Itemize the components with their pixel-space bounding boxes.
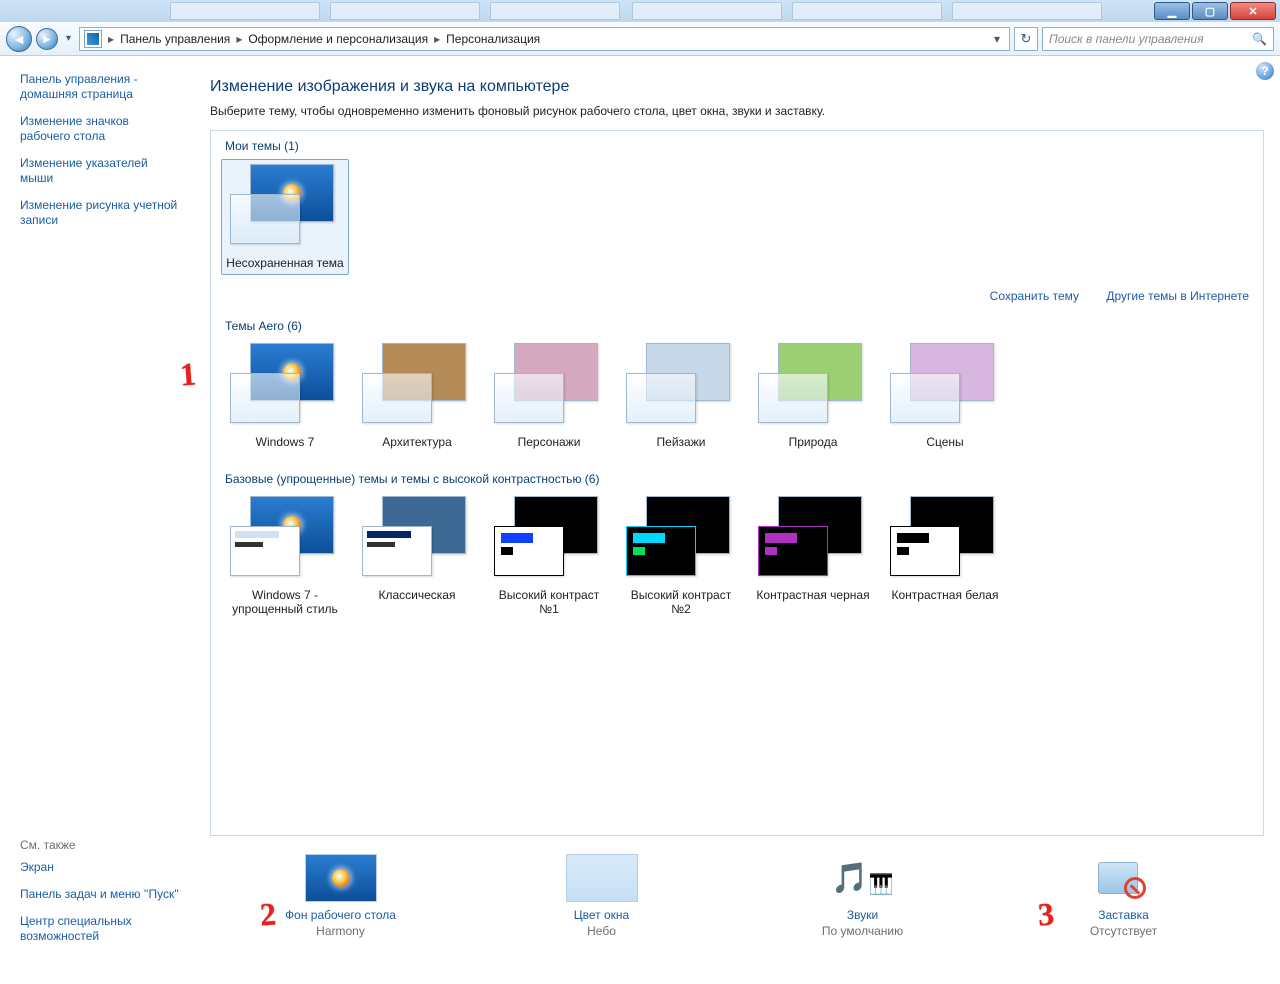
theme-label: Классическая: [357, 588, 477, 602]
link-more-themes[interactable]: Другие темы в Интернете: [1106, 289, 1249, 303]
history-dropdown-icon[interactable]: ▾: [66, 33, 71, 44]
sidebar-link-ease-of-access[interactable]: Центр специальных возможностей: [20, 914, 192, 944]
search-icon: 🔍: [1252, 32, 1267, 46]
quick-window-color[interactable]: Цвет окна Небо: [482, 854, 722, 938]
theme-label: Пейзажи: [621, 435, 741, 449]
theme-label: Высокий контраст №1: [489, 588, 609, 617]
refresh-button[interactable]: ↻: [1014, 27, 1038, 51]
sound-icon: 🎵🎹: [827, 854, 899, 902]
explorer-toolbar: ◄ ► ▾ ▸ Панель управления ▸ Оформление и…: [0, 22, 1280, 56]
address-dropdown-icon[interactable]: ▾: [989, 32, 1005, 46]
theme-label: Персонажи: [489, 435, 609, 449]
theme-label: Windows 7 - упрощенный стиль: [225, 588, 345, 617]
quick-screensaver[interactable]: Заставка Отсутствует: [1004, 854, 1244, 938]
theme-aero-0[interactable]: Windows 7: [221, 339, 349, 453]
close-button[interactable]: ✕: [1230, 2, 1276, 20]
theme-basic-5[interactable]: Контрастная белая: [881, 492, 1009, 621]
page-title: Изменение изображения и звука на компьют…: [210, 78, 1264, 96]
crumb-control-panel[interactable]: Панель управления: [116, 32, 234, 46]
theme-aero-1[interactable]: Архитектура: [353, 339, 481, 453]
browser-tab-strip: ▁ ▢ ✕: [0, 0, 1280, 22]
crumb-personalization[interactable]: Персонализация: [442, 32, 544, 46]
section-basic: Базовые (упрощенные) темы и темы с высок…: [211, 464, 1263, 492]
search-input[interactable]: Поиск в панели управления 🔍: [1042, 27, 1274, 51]
sidebar-link-taskbar[interactable]: Панель задач и меню ''Пуск'': [20, 887, 192, 902]
sidebar-seealso-head: См. также: [20, 838, 192, 852]
quick-desktop-background[interactable]: Фон рабочего стола Harmony: [221, 854, 461, 938]
quick-sounds[interactable]: 🎵🎹 Звуки По умолчанию: [743, 854, 983, 938]
theme-aero-2[interactable]: Персонажи: [485, 339, 613, 453]
quick-value: Harmony: [221, 924, 461, 938]
nav-forward-button[interactable]: ►: [36, 28, 58, 50]
quick-label: Фон рабочего стола: [221, 908, 461, 922]
theme-aero-4[interactable]: Природа: [749, 339, 877, 453]
main-panel: ? Изменение изображения и звука на компь…: [192, 56, 1280, 984]
sidebar-link-display[interactable]: Экран: [20, 860, 192, 875]
nav-back-button[interactable]: ◄: [6, 26, 32, 52]
theme-label: Контрастная черная: [753, 588, 873, 602]
quick-label: Заставка: [1004, 908, 1244, 922]
theme-basic-1[interactable]: Классическая: [353, 492, 481, 621]
sidebar: Панель управления - домашняя страница Из…: [0, 56, 192, 984]
crumb-appearance[interactable]: Оформление и персонализация: [244, 32, 432, 46]
theme-basic-4[interactable]: Контрастная черная: [749, 492, 877, 621]
theme-aero-3[interactable]: Пейзажи: [617, 339, 745, 453]
page-subtitle: Выберите тему, чтобы одновременно измени…: [210, 104, 1264, 118]
screensaver-icon: [1088, 854, 1160, 902]
themes-frame: Мои темы (1) Несохраненная тема Сохранит…: [210, 130, 1264, 836]
quick-settings-row: Фон рабочего стола Harmony Цвет окна Неб…: [210, 854, 1254, 938]
quick-label: Цвет окна: [482, 908, 722, 922]
theme-basic-3[interactable]: Высокий контраст №2: [617, 492, 745, 621]
quick-value: Небо: [482, 924, 722, 938]
theme-aero-5[interactable]: Сцены: [881, 339, 1009, 453]
minimize-button[interactable]: ▁: [1154, 2, 1190, 20]
quick-value: По умолчанию: [743, 924, 983, 938]
theme-label: Сцены: [885, 435, 1005, 449]
link-save-theme[interactable]: Сохранить тему: [990, 289, 1079, 303]
search-placeholder: Поиск в панели управления: [1049, 32, 1204, 46]
sidebar-link-desktop-icons[interactable]: Изменение значков рабочего стола: [20, 114, 180, 144]
theme-label: Архитектура: [357, 435, 477, 449]
theme-label: Природа: [753, 435, 873, 449]
section-my-themes: Мои темы (1): [211, 131, 1263, 159]
section-aero: Темы Aero (6): [211, 311, 1263, 339]
control-panel-icon: [84, 30, 102, 48]
sidebar-link-home[interactable]: Панель управления - домашняя страница: [20, 72, 180, 102]
theme-label: Контрастная белая: [885, 588, 1005, 602]
sidebar-link-account-picture[interactable]: Изменение рисунка учетной записи: [20, 198, 180, 228]
theme-label: Высокий контраст №2: [621, 588, 741, 617]
address-breadcrumbs[interactable]: ▸ Панель управления ▸ Оформление и персо…: [79, 27, 1010, 51]
theme-basic-2[interactable]: Высокий контраст №1: [485, 492, 613, 621]
theme-label: Несохраненная тема: [226, 256, 344, 270]
theme-label: Windows 7: [225, 435, 345, 449]
maximize-button[interactable]: ▢: [1192, 2, 1228, 20]
quick-label: Звуки: [743, 908, 983, 922]
theme-unsaved[interactable]: Несохраненная тема: [221, 159, 349, 275]
sidebar-link-mouse-pointers[interactable]: Изменение указателей мыши: [20, 156, 180, 186]
quick-value: Отсутствует: [1004, 924, 1244, 938]
theme-basic-0[interactable]: Windows 7 - упрощенный стиль: [221, 492, 349, 621]
help-icon[interactable]: ?: [1256, 62, 1274, 80]
